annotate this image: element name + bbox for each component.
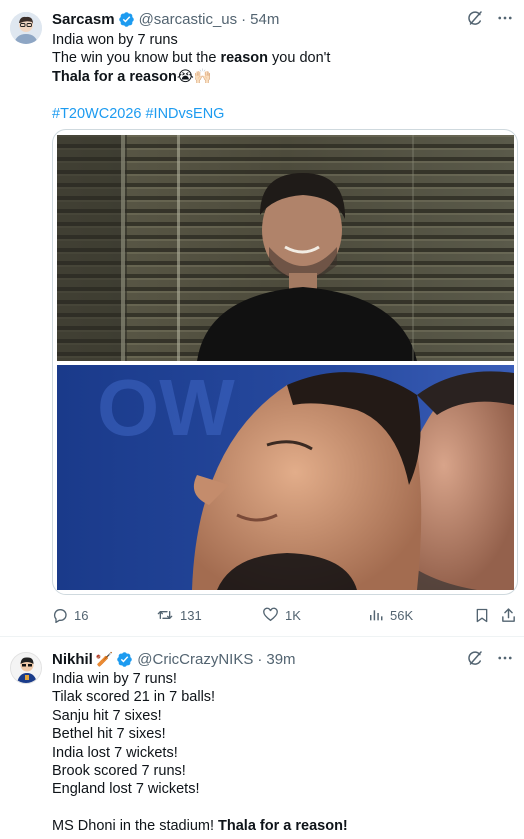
tweet-header: Nikhil 🏏 @CricCrazyNIKS · 39m	[52, 649, 514, 669]
avatar-image	[11, 653, 41, 683]
views-button[interactable]: 56K	[368, 607, 413, 623]
text-line: Bethel hit 7 sixes!	[52, 726, 166, 743]
share-button[interactable]	[500, 607, 517, 624]
text-line: The win you know but the reason you don'…	[52, 50, 331, 67]
repost-button[interactable]: 131	[156, 607, 202, 623]
svg-text:OW: OW	[97, 365, 235, 452]
text-line: MS Dhoni in the stadium! Thala for a rea…	[52, 818, 348, 835]
views-icon	[368, 607, 384, 623]
text-line: England lost 7 wickets!	[52, 781, 200, 798]
avatar-image	[10, 12, 42, 44]
tweet-text: India won by 7 runs The win you know but…	[52, 31, 512, 123]
avatar[interactable]	[10, 652, 42, 684]
text-line: India lost 7 wickets!	[52, 744, 178, 761]
more-icon[interactable]	[496, 649, 514, 667]
repost-icon	[156, 607, 174, 623]
verified-badge-icon[interactable]	[116, 651, 133, 668]
tweet-nikhil[interactable]: Nikhil 🏏 @CricCrazyNIKS · 39m India win …	[0, 638, 524, 839]
verified-badge-icon[interactable]	[118, 11, 135, 28]
avatar[interactable]	[10, 12, 42, 44]
hashtags-link[interactable]: #T20WC2026 #INDvsENG	[52, 105, 512, 123]
text-line: Tilak scored 21 in 7 balls!	[52, 689, 216, 706]
text-line: India win by 7 runs!	[52, 671, 177, 687]
reply-count: 16	[74, 607, 89, 623]
text-line: India won by 7 runs	[52, 32, 178, 48]
display-name[interactable]: Nikhil	[52, 651, 93, 668]
text-line: Brook scored 7 runs!	[52, 762, 186, 779]
views-count: 56K	[390, 607, 414, 623]
tweet-header: Sarcasm @sarcastic_us · 54m	[52, 9, 514, 29]
like-button[interactable]: 1K	[262, 607, 301, 623]
grok-icon[interactable]	[466, 9, 484, 27]
emoji: 😭🙌🏻	[176, 68, 212, 85]
separator: ·	[241, 10, 247, 28]
media-image[interactable]: OW	[52, 129, 518, 595]
man-smiling-behind-glass-photo[interactable]	[57, 135, 514, 361]
reply-icon	[52, 607, 68, 623]
grok-icon[interactable]	[466, 649, 484, 667]
text-line: Sanju hit 7 sixes!	[52, 707, 162, 724]
timestamp[interactable]: 54m	[250, 11, 279, 28]
cricket-emoji: 🏏	[95, 650, 114, 667]
handle[interactable]: @CricCrazyNIKS	[137, 651, 253, 668]
tweet-actions: 16 131 1K 56K	[52, 607, 517, 629]
tweet-sarcasm[interactable]: Sarcasm @sarcastic_us · 54m India won by…	[0, 0, 524, 637]
repost-count: 131	[180, 607, 202, 623]
reply-button[interactable]: 16	[52, 607, 88, 623]
handle[interactable]: @sarcastic_us	[139, 11, 238, 28]
display-name[interactable]: Sarcasm	[52, 11, 115, 28]
text-line: Thala for a reason😭🙌🏻	[52, 68, 212, 85]
bookmark-icon	[474, 607, 490, 624]
two-men-looking-up-photo[interactable]: OW	[57, 365, 514, 590]
like-count: 1K	[285, 607, 301, 623]
like-icon	[262, 607, 279, 623]
more-icon[interactable]	[496, 9, 514, 27]
bookmark-button[interactable]	[474, 607, 490, 624]
separator: ·	[257, 650, 263, 668]
tweet-text: India win by 7 runs! Tilak scored 21 in …	[52, 670, 512, 836]
timestamp[interactable]: 39m	[266, 651, 295, 668]
share-icon	[500, 607, 517, 624]
